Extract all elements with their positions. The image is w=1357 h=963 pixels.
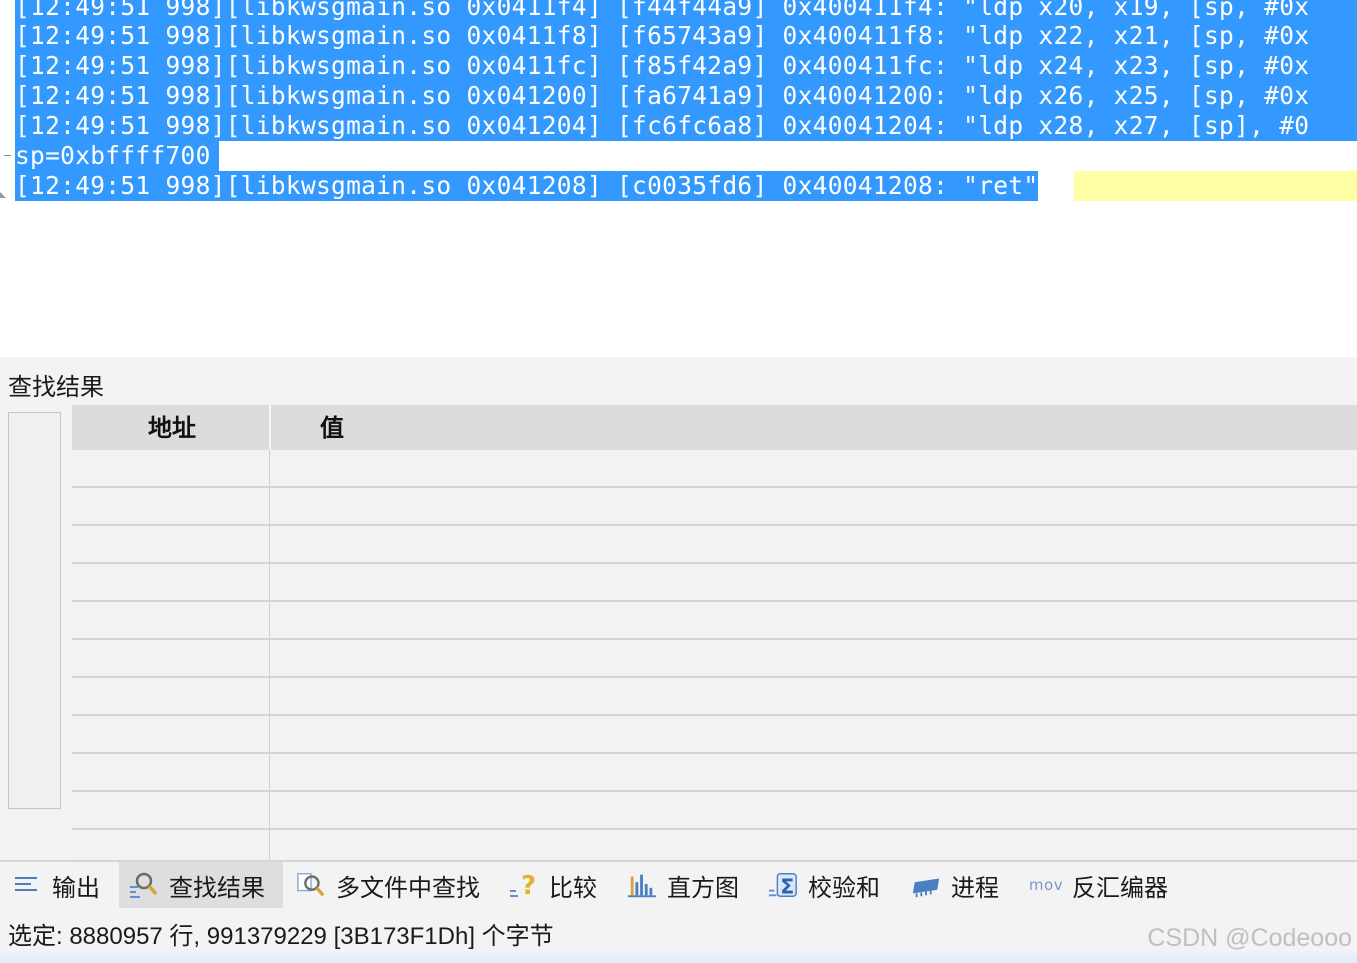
- tab-label: 进程: [951, 874, 999, 902]
- window-bottom-edge: [0, 951, 1357, 963]
- table-row[interactable]: [72, 526, 1357, 564]
- histogram-icon: [627, 870, 657, 900]
- editor-line[interactable]: [12:49:51 998][libkwsgmain.so 0x0411f4] …: [15, 0, 1357, 22]
- disassembler-icon-text: mov: [1028, 876, 1064, 894]
- editor-line[interactable]: [12:49:51 998][libkwsgmain.so 0x041208] …: [15, 171, 1039, 201]
- table-row[interactable]: [72, 488, 1357, 526]
- tab-disassembler[interactable]: mov 反汇编器: [1028, 862, 1168, 908]
- table-row[interactable]: [72, 678, 1357, 716]
- tab-label: 比较: [549, 874, 597, 902]
- table-header: 地址 值: [72, 405, 1357, 450]
- tab-multi-file-search[interactable]: 多文件中查找: [296, 862, 480, 908]
- selection-status: 选定: 8880957 行, 991379229 [3B173F1Dh] 个字节: [8, 923, 554, 950]
- column-header-value[interactable]: 值: [320, 405, 344, 450]
- tab-label: 多文件中查找: [336, 874, 480, 902]
- editor-line[interactable]: sp=0xbffff700: [15, 141, 219, 171]
- results-side-strip: [8, 412, 61, 809]
- editor-line[interactable]: [12:49:51 998][libkwsgmain.so 0x0411f8] …: [15, 21, 1357, 51]
- status-bar: 选定: 8880957 行, 991379229 [3B173F1Dh] 个字节…: [0, 910, 1357, 963]
- editor-line[interactable]: [12:49:51 998][libkwsgmain.so 0x0411fc] …: [15, 51, 1357, 81]
- find-results-panel: 查找结果 地址 值: [0, 357, 1357, 860]
- table-row[interactable]: [72, 716, 1357, 754]
- column-header-address[interactable]: 地址: [148, 405, 196, 450]
- results-table[interactable]: 地址 值: [72, 405, 1357, 860]
- disassembler-icon: mov: [1028, 870, 1064, 900]
- search-icon: [129, 870, 159, 900]
- tab-label: 校验和: [808, 874, 880, 902]
- gutter-marker: [4, 155, 11, 156]
- tab-label: 查找结果: [169, 874, 265, 902]
- tab-label: 输出: [52, 874, 100, 902]
- tab-find-results[interactable]: 查找结果: [119, 862, 283, 908]
- bottom-tab-bar: 输出 查找结果 多文件中查找 ? 比较 直方图 Σ 校验和 进程 mov 反汇编…: [0, 860, 1357, 910]
- gutter-marker: [0, 192, 6, 198]
- tab-label: 反汇编器: [1072, 874, 1168, 902]
- tab-process[interactable]: 进程: [911, 862, 999, 908]
- checksum-icon: Σ: [768, 870, 798, 900]
- editor-line[interactable]: [12:49:51 998][libkwsgmain.so 0x041200] …: [15, 81, 1357, 111]
- tab-checksum[interactable]: Σ 校验和: [768, 862, 880, 908]
- tab-histogram[interactable]: 直方图: [627, 862, 739, 908]
- panel-title: 查找结果: [8, 374, 104, 401]
- editor-line[interactable]: [12:49:51 998][libkwsgmain.so 0x041204] …: [15, 111, 1357, 141]
- tab-output[interactable]: 输出: [12, 862, 112, 908]
- table-row[interactable]: [72, 754, 1357, 792]
- svg-text:Σ: Σ: [780, 874, 794, 898]
- column-divider[interactable]: [269, 405, 271, 450]
- current-line-highlight: [1074, 171, 1357, 201]
- tab-label: 直方图: [667, 874, 739, 902]
- watermark: CSDN @Codeooo: [1147, 924, 1352, 952]
- tab-compare[interactable]: ? 比较: [509, 862, 597, 908]
- output-icon: [12, 870, 42, 900]
- process-icon: [911, 870, 941, 900]
- svg-text:?: ?: [521, 871, 536, 900]
- table-row[interactable]: [72, 602, 1357, 640]
- table-row[interactable]: [72, 640, 1357, 678]
- column-separator: [269, 450, 270, 860]
- table-row[interactable]: [72, 450, 1357, 488]
- compare-icon: ?: [509, 870, 539, 900]
- table-row[interactable]: [72, 792, 1357, 830]
- multi-file-search-icon: [296, 870, 326, 900]
- table-row[interactable]: [72, 564, 1357, 602]
- hex-editor-text-area[interactable]: [12:49:51 998][libkwsgmain.so 0x0411f4] …: [0, 0, 1357, 357]
